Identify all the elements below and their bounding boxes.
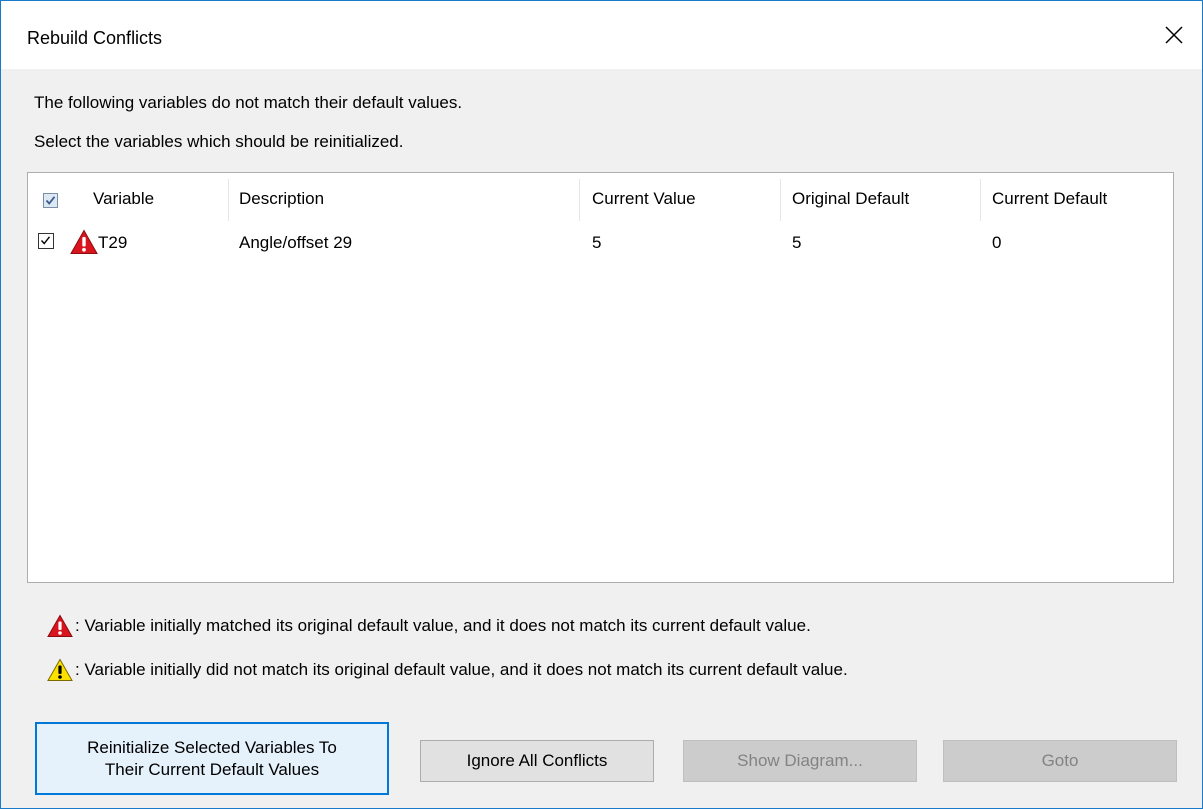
reinitialize-label-line1: Reinitialize Selected Variables To — [87, 737, 337, 757]
reinitialize-label-line2: Their Current Default Values — [104, 759, 320, 779]
cell-current-value: 5 — [592, 233, 602, 252]
rebuild-conflicts-dialog: Rebuild Conflicts The following variable… — [0, 0, 1203, 809]
cell-current-default: 0 — [992, 233, 1002, 252]
table-row[interactable]: T29 Angle/offset 29 5 5 0 — [28, 173, 1173, 254]
warning-red-icon — [47, 614, 73, 638]
row-checkbox[interactable] — [38, 233, 54, 249]
ignore-all-conflicts-button[interactable]: Ignore All Conflicts — [420, 740, 654, 782]
reinitialize-button[interactable]: Reinitialize Selected Variables To Their… — [35, 722, 389, 795]
close-icon[interactable] — [1158, 19, 1190, 51]
cell-variable: T29 — [98, 233, 128, 252]
cell-description: Angle/offset 29 — [239, 233, 353, 252]
cell-original-default: 5 — [792, 233, 802, 252]
intro-text-1: The following variables do not match the… — [34, 93, 463, 112]
window-title: Rebuild Conflicts — [27, 28, 163, 48]
legend-yellow: : Variable initially did not match its o… — [47, 658, 848, 682]
title-bar: Rebuild Conflicts — [1, 1, 1202, 69]
warning-red-icon — [70, 229, 98, 255]
legend-red-text: : Variable initially matched its origina… — [75, 616, 811, 635]
warning-yellow-icon — [47, 658, 73, 682]
variables-list[interactable]: Variable Description Current Value Origi… — [27, 172, 1174, 583]
legend-red: : Variable initially matched its origina… — [47, 614, 811, 638]
show-diagram-button[interactable]: Show Diagram... — [683, 740, 917, 782]
legend-yellow-text: : Variable initially did not match its o… — [75, 660, 848, 679]
intro-text-2: Select the variables which should be rei… — [34, 132, 404, 151]
goto-button[interactable]: Goto — [943, 740, 1177, 782]
